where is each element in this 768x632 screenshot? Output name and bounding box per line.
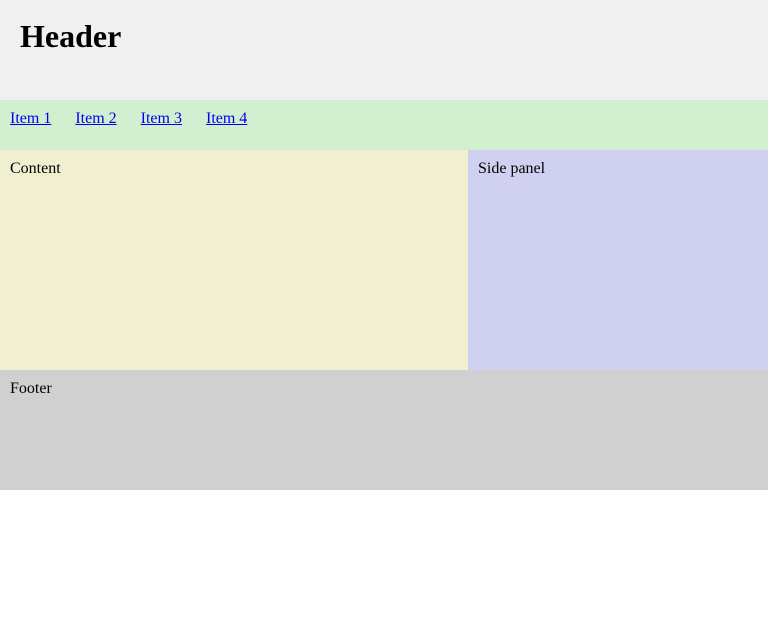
side-panel: Side panel xyxy=(468,150,768,370)
nav-item-4[interactable]: Item 4 xyxy=(206,110,247,128)
nav-item-1[interactable]: Item 1 xyxy=(10,110,51,128)
nav-item-3[interactable]: Item 3 xyxy=(141,110,182,128)
page: Header Item 1 Item 2 Item 3 Item 4 Conte… xyxy=(0,0,768,632)
side-panel-label: Side panel xyxy=(478,160,546,177)
header-title: Header xyxy=(20,18,122,54)
nav-item-2[interactable]: Item 2 xyxy=(75,110,116,128)
main-area: Content Side panel xyxy=(0,150,768,370)
nav-bar: Item 1 Item 2 Item 3 Item 4 xyxy=(0,100,768,150)
footer: Footer xyxy=(0,370,768,490)
footer-label: Footer xyxy=(10,380,52,397)
content-label: Content xyxy=(10,160,61,177)
content-panel: Content xyxy=(0,150,468,370)
header: Header xyxy=(0,0,768,100)
